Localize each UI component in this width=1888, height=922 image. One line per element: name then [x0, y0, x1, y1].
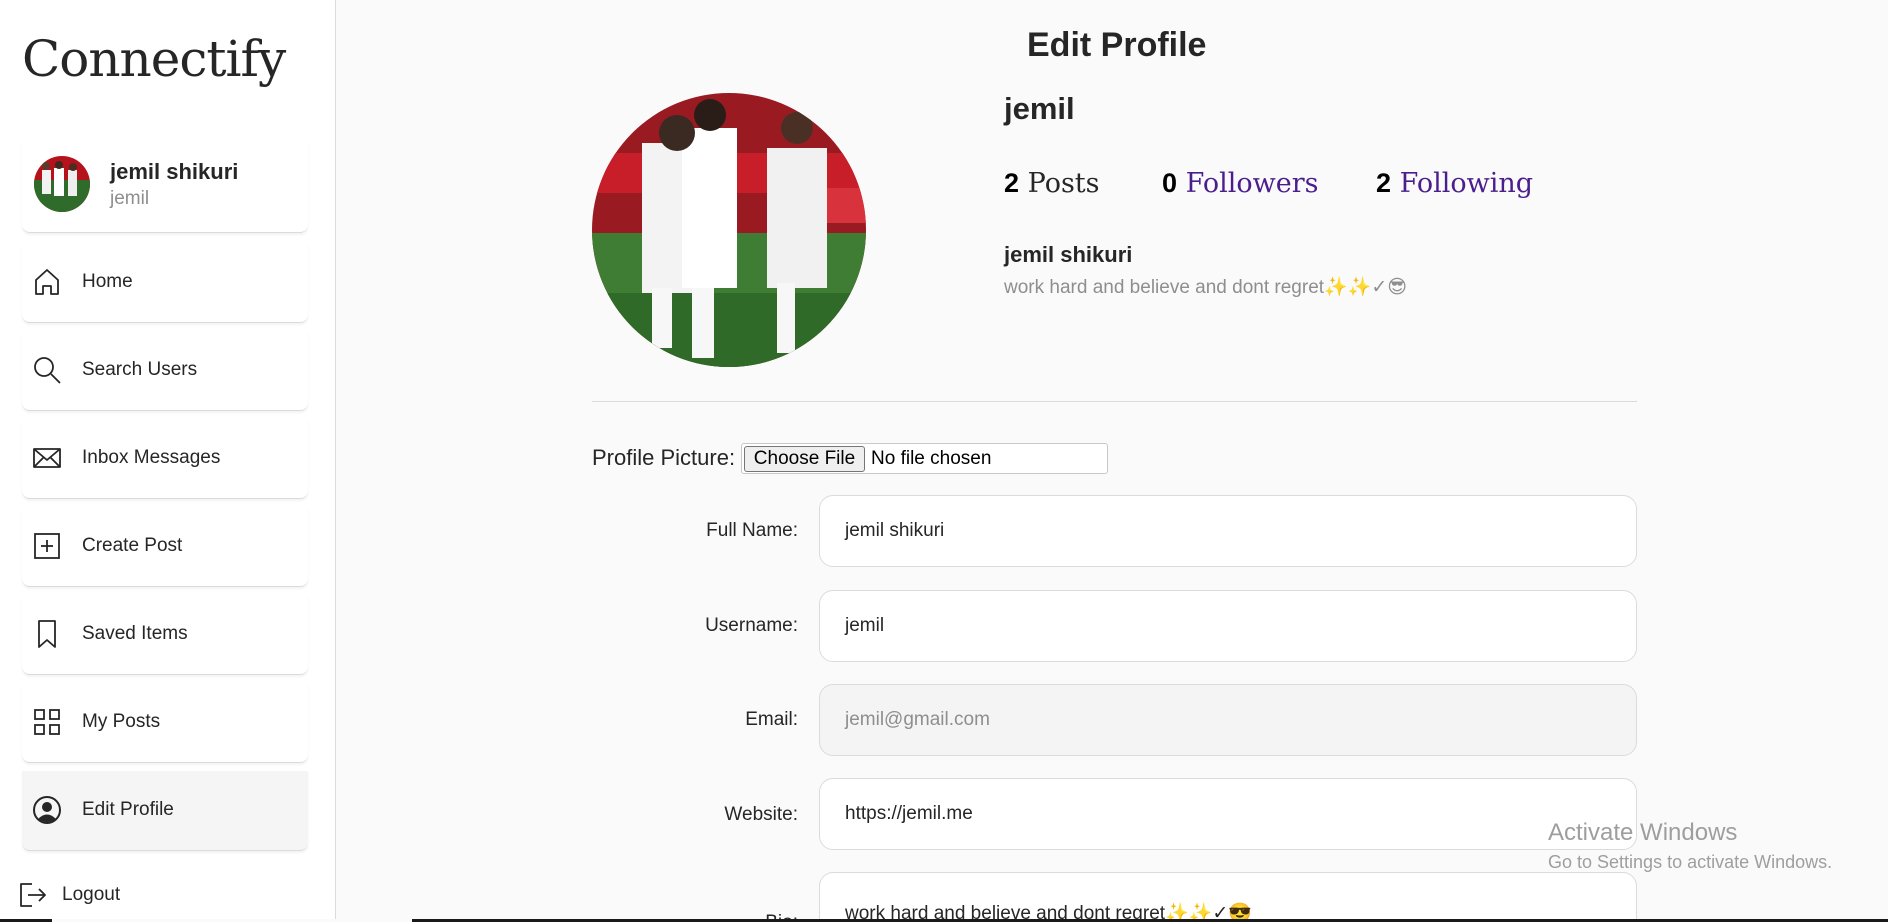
sidebar-item-inbox-messages[interactable]: Inbox Messages: [22, 419, 308, 499]
email-field[interactable]: jemil@gmail.com: [819, 684, 1637, 756]
avatar: [34, 156, 90, 212]
user-circle-icon: [32, 795, 62, 825]
sidebar-item-home[interactable]: Home: [22, 243, 308, 323]
bio-field[interactable]: work hard and believe and dont regret✨✨✓…: [819, 872, 1637, 922]
website-label: Website:: [724, 804, 798, 825]
sidebar-item-label: Saved Items: [82, 623, 188, 644]
sidebar-item-label: Search Users: [82, 359, 198, 380]
full-name-label: Full Name:: [706, 520, 798, 541]
logout-icon: [18, 880, 48, 910]
sidebar-user-fullname: jemil shikuri: [110, 159, 239, 184]
sidebar-user-username: jemil: [110, 188, 150, 209]
profile-avatar: [592, 93, 866, 367]
full-name-field[interactable]: jemil shikuri: [819, 495, 1637, 567]
activate-windows-title: Activate Windows: [1548, 819, 1738, 846]
home-icon: [32, 267, 62, 297]
app-logo[interactable]: Connectify: [22, 30, 286, 88]
page-title: Edit Profile: [1027, 26, 1207, 64]
logout-button[interactable]: Logout: [18, 880, 218, 914]
plus-square-icon: [32, 531, 62, 561]
sidebar-item-saved-items[interactable]: Saved Items: [22, 595, 308, 675]
grid-icon: [32, 707, 62, 737]
profile-fullname: jemil shikuri: [1004, 242, 1133, 267]
email-label: Email:: [745, 709, 798, 730]
username-field[interactable]: jemil: [819, 590, 1637, 662]
posts-stat: 2 Posts: [1004, 168, 1100, 199]
sidebar-item-label: Edit Profile: [82, 799, 174, 820]
envelope-icon: [32, 443, 62, 473]
sidebar-item-label: Home: [82, 271, 133, 292]
username-label: Username:: [705, 615, 798, 636]
posts-count: 2: [1004, 168, 1020, 198]
followers-count: 0: [1162, 168, 1178, 198]
sidebar-item-search-users[interactable]: Search Users: [22, 331, 308, 411]
sidebar-item-my-posts[interactable]: My Posts: [22, 683, 308, 763]
profile-picture-input[interactable]: Choose File No file chosen: [741, 443, 1108, 474]
website-field[interactable]: https://jemil.me: [819, 778, 1637, 850]
sidebar-item-edit-profile[interactable]: Edit Profile: [22, 771, 308, 851]
sidebar-item-label: Inbox Messages: [82, 447, 221, 468]
sidebar-item-create-post[interactable]: Create Post: [22, 507, 308, 587]
posts-label: Posts: [1027, 168, 1100, 199]
sidebar-item-label: Create Post: [82, 535, 183, 556]
divider: [592, 401, 1637, 402]
choose-file-button[interactable]: Choose File: [744, 446, 865, 472]
followers-stat[interactable]: 0 Followers: [1162, 168, 1319, 199]
sidebar: Connectify jemil shikuri jemil Home Sear…: [0, 0, 336, 922]
sidebar-user-card[interactable]: jemil shikuri jemil: [22, 143, 308, 233]
profile-picture-label: Profile Picture:: [592, 445, 736, 470]
no-file-text: No file chosen: [871, 448, 992, 469]
following-link[interactable]: Following: [1400, 168, 1533, 199]
profile-bio: work hard and believe and dont regret✨✨✓…: [1004, 277, 1408, 298]
logout-label: Logout: [62, 884, 121, 905]
following-count: 2: [1376, 168, 1392, 198]
profile-username: jemil: [1004, 91, 1075, 126]
activate-windows-subtitle: Go to Settings to activate Windows.: [1548, 852, 1833, 872]
bookmark-icon: [32, 619, 62, 649]
sidebar-item-label: My Posts: [82, 711, 161, 732]
following-stat[interactable]: 2 Following: [1376, 168, 1533, 199]
search-icon: [32, 355, 62, 385]
followers-link[interactable]: Followers: [1186, 168, 1319, 199]
